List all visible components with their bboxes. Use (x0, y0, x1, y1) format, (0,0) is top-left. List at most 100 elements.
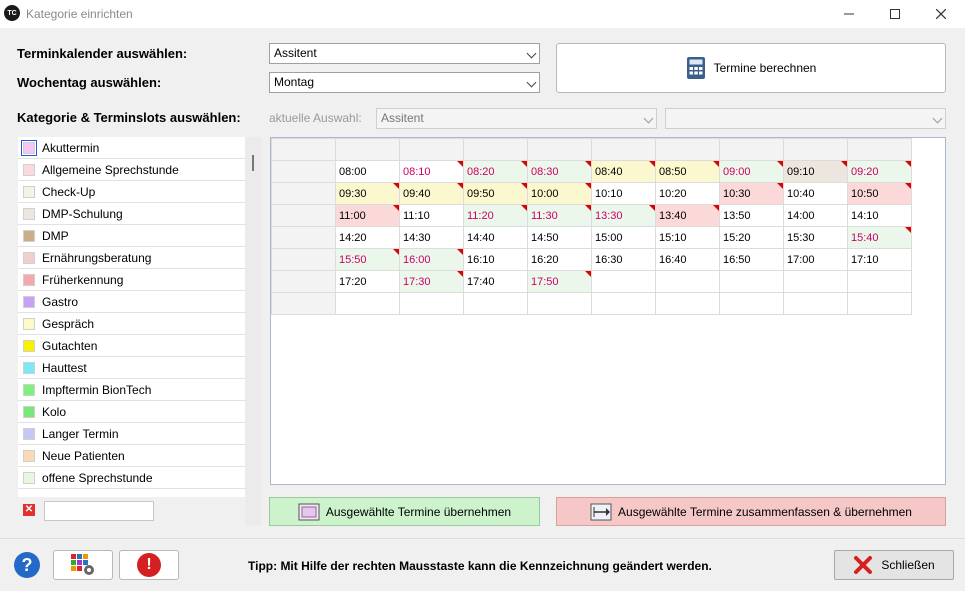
time-slot-cell[interactable]: 17:20 (335, 270, 400, 293)
apply-selected-button[interactable]: Ausgewählte Termine übernehmen (269, 497, 540, 526)
time-slot-cell[interactable] (783, 270, 848, 293)
category-item[interactable]: Impftermin BionTech (18, 379, 245, 401)
time-slot-cell[interactable]: 10:20 (655, 182, 720, 205)
category-item[interactable]: Früherkennung (18, 269, 245, 291)
time-slot-cell[interactable]: 15:20 (719, 226, 784, 249)
termine-berechnen-button[interactable]: Termine berechnen (556, 43, 946, 93)
category-item[interactable]: Check-Up (18, 181, 245, 203)
time-slot-cell[interactable] (527, 292, 592, 315)
time-slot-cell[interactable]: 15:00 (591, 226, 656, 249)
time-slot-cell[interactable]: 08:40 (591, 160, 656, 183)
slot-header-cell (463, 138, 528, 161)
time-slot-cell[interactable] (399, 292, 464, 315)
category-scrollbar[interactable] (245, 137, 261, 525)
time-slot-cell[interactable]: 16:00 (399, 248, 464, 271)
time-slot-cell[interactable]: 11:20 (463, 204, 528, 227)
time-slot-cell[interactable]: 10:00 (527, 182, 592, 205)
time-slot-cell[interactable]: 11:30 (527, 204, 592, 227)
time-slot-cell[interactable] (783, 292, 848, 315)
time-slot-cell[interactable]: 14:20 (335, 226, 400, 249)
time-slot-cell[interactable] (719, 292, 784, 315)
time-slot-cell[interactable]: 08:30 (527, 160, 592, 183)
category-list[interactable]: Akuttermin Allgemeine Sprechstunde Check-U… (18, 137, 245, 497)
category-item[interactable]: Hauttest (18, 357, 245, 379)
time-slot-cell[interactable]: 16:40 (655, 248, 720, 271)
category-item[interactable]: DMP-Schulung (18, 203, 245, 225)
time-slot-cell[interactable]: 11:00 (335, 204, 400, 227)
time-slot-cell[interactable]: 10:30 (719, 182, 784, 205)
window-close-icon[interactable] (918, 0, 964, 28)
time-slot-cell[interactable]: 17:30 (399, 270, 464, 293)
time-slot-cell[interactable]: 08:00 (335, 160, 400, 183)
time-slot-cell[interactable]: 15:50 (335, 248, 400, 271)
time-slot-cell[interactable]: 15:30 (783, 226, 848, 249)
time-slot-cell[interactable] (847, 292, 912, 315)
time-slot-cell[interactable]: 15:40 (847, 226, 912, 249)
category-item[interactable]: Allgemeine Sprechstunde (18, 159, 245, 181)
help-icon[interactable]: ? (14, 552, 40, 578)
time-slot-cell[interactable]: 08:10 (399, 160, 464, 183)
time-slot-cell[interactable]: 11:10 (399, 204, 464, 227)
time-slot-cell[interactable]: 08:20 (463, 160, 528, 183)
time-slot-cell[interactable]: 16:30 (591, 248, 656, 271)
time-slot-cell[interactable]: 09:40 (399, 182, 464, 205)
settings-button[interactable] (53, 550, 113, 580)
time-slot-cell[interactable]: 15:10 (655, 226, 720, 249)
delete-category-icon[interactable]: ✕ (23, 504, 35, 516)
category-item[interactable]: DMP (18, 225, 245, 247)
time-slot-cell[interactable]: 13:50 (719, 204, 784, 227)
time-slot-cell[interactable]: 09:00 (719, 160, 784, 183)
time-slot-cell[interactable]: 16:20 (527, 248, 592, 271)
close-button[interactable]: Schließen (834, 550, 954, 580)
bottom-separator (0, 538, 965, 539)
time-slot-cell[interactable] (719, 270, 784, 293)
time-slot-cell[interactable]: 10:50 (847, 182, 912, 205)
time-slot-cell[interactable]: 09:30 (335, 182, 400, 205)
merge-apply-button[interactable]: Ausgewählte Termine zusammenfassen & übe… (556, 497, 946, 526)
time-slot-cell[interactable]: 14:10 (847, 204, 912, 227)
category-item[interactable]: Gespräch (18, 313, 245, 335)
time-slot-cell[interactable]: 14:40 (463, 226, 528, 249)
time-slot-grid[interactable]: 08:00 08:10 08:20 08:30 08:40 08:50 09:00 09:10… (270, 137, 946, 485)
time-slot-cell[interactable]: 17:40 (463, 270, 528, 293)
category-item[interactable]: Langer Termin (18, 423, 245, 445)
scrollbar-thumb[interactable] (252, 155, 254, 171)
time-slot-cell[interactable]: 13:30 (591, 204, 656, 227)
category-item[interactable]: offene Sprechstunde (18, 467, 245, 489)
time-slot-cell[interactable] (847, 270, 912, 293)
time-slot-cell[interactable] (591, 292, 656, 315)
time-slot-cell[interactable]: 09:50 (463, 182, 528, 205)
maximize-icon[interactable] (872, 0, 918, 28)
time-slot-cell[interactable]: 10:10 (591, 182, 656, 205)
time-slot-cell[interactable]: 16:50 (719, 248, 784, 271)
category-item[interactable]: Gutachten (18, 335, 245, 357)
time-slot-cell[interactable]: 17:50 (527, 270, 592, 293)
time-slot-cell[interactable]: 08:50 (655, 160, 720, 183)
terminkalender-select[interactable]: Assitent (269, 43, 540, 64)
time-slot-cell[interactable]: 10:40 (783, 182, 848, 205)
time-slot-cell[interactable] (463, 292, 528, 315)
time-slot-cell[interactable] (655, 292, 720, 315)
time-slot-cell[interactable]: 17:00 (783, 248, 848, 271)
time-slot-cell[interactable]: 14:30 (399, 226, 464, 249)
new-category-input[interactable] (44, 501, 154, 521)
time-slot-cell[interactable] (591, 270, 656, 293)
minimize-icon[interactable] (826, 0, 872, 28)
time-slot-cell[interactable]: 09:10 (783, 160, 848, 183)
alert-button[interactable]: ! (119, 550, 179, 580)
time-slot-cell[interactable]: 13:40 (655, 204, 720, 227)
time-slot-cell[interactable] (335, 292, 400, 315)
time-slot-cell[interactable]: 14:00 (783, 204, 848, 227)
wochentag-select[interactable]: Montag (269, 72, 540, 93)
time-slot-cell[interactable] (655, 270, 720, 293)
category-color-swatch (23, 207, 35, 220)
category-item[interactable]: Neue Patienten (18, 445, 245, 467)
category-item[interactable]: Ernährungsberatung (18, 247, 245, 269)
category-item[interactable]: Akuttermin (18, 137, 245, 159)
time-slot-cell[interactable]: 17:10 (847, 248, 912, 271)
category-item[interactable]: Kolo (18, 401, 245, 423)
time-slot-cell[interactable]: 14:50 (527, 226, 592, 249)
time-slot-cell[interactable]: 16:10 (463, 248, 528, 271)
category-item[interactable]: Gastro (18, 291, 245, 313)
time-slot-cell[interactable]: 09:20 (847, 160, 912, 183)
